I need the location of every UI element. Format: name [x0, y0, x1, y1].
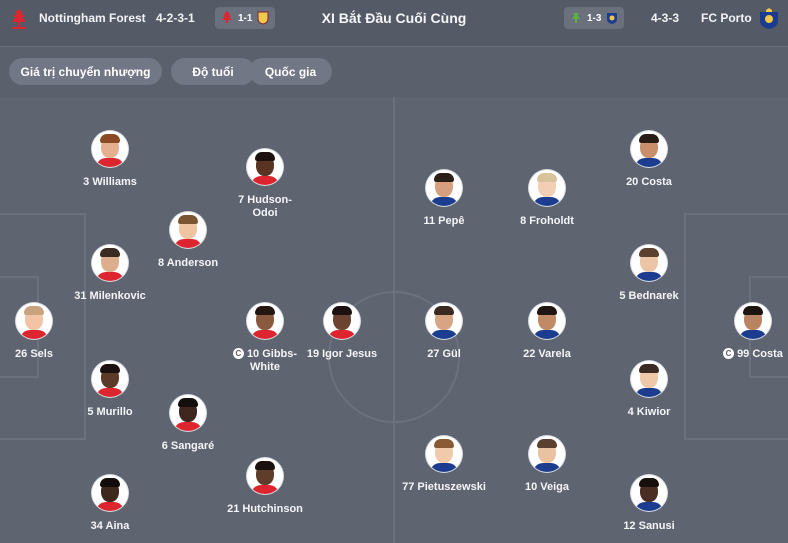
- player-name-text: 12 Sanusi: [623, 520, 675, 532]
- player-name-label: 20 Costa: [626, 176, 672, 189]
- away-player[interactable]: 77 Pietuszewski: [389, 436, 499, 494]
- player-name-label: 5 Murillo: [87, 406, 132, 419]
- away-team-name[interactable]: FC Porto: [701, 11, 752, 25]
- player-name-label: 34 Aina: [91, 520, 130, 533]
- player-name-text: 3 Williams: [83, 176, 137, 188]
- lineup-header: Nottingham Forest 4-2-3-1 1-1 XI Bắt Đầu…: [0, 0, 788, 47]
- player-name-label: 22 Varela: [523, 348, 571, 361]
- player-name-label: 8 Froholdt: [520, 215, 574, 228]
- player-name-text: 20 Costa: [626, 176, 672, 188]
- away-player[interactable]: 22 Varela: [492, 303, 602, 361]
- player-name-label: 7 Hudson- Odoi: [238, 194, 292, 220]
- player-photo[interactable]: [426, 170, 462, 206]
- filter-bar: Giá trị chuyển nhượng Độ tuổi Quốc gia: [0, 47, 788, 97]
- home-player[interactable]: 3 Williams: [55, 131, 165, 189]
- player-name-text: 22 Varela: [523, 348, 571, 360]
- away-player[interactable]: 10 Veiga: [492, 436, 602, 494]
- player-photo[interactable]: [247, 303, 283, 339]
- away-player[interactable]: 11 Pepê: [389, 170, 499, 228]
- home-player[interactable]: 26 Sels: [0, 303, 89, 361]
- away-player[interactable]: 4 Kiwior: [594, 361, 704, 419]
- player-name-label: 31 Milenkovic: [74, 290, 146, 303]
- porto-mini-crest-icon: [607, 13, 618, 24]
- player-name-text: 8 Anderson: [157, 257, 219, 269]
- away-formation: 4-3-3: [651, 11, 680, 25]
- home-player[interactable]: 7 Hudson- Odoi: [210, 149, 320, 220]
- opponent-mini-crest-icon: [572, 12, 580, 23]
- pitch: 3 Williams 7 Hudson- Odoi 8 Anderson 31 Mil…: [0, 97, 788, 543]
- player-name-text: 26 Sels: [15, 348, 53, 360]
- player-photo[interactable]: [631, 245, 667, 281]
- player-name-text: 34 Aina: [90, 520, 130, 532]
- player-name-label: 4 Kiwior: [628, 406, 671, 419]
- player-name-label: 8 Anderson: [158, 257, 218, 270]
- player-photo[interactable]: [631, 475, 667, 511]
- player-name-text: 6 Sangaré: [161, 440, 215, 452]
- player-name-label: 77 Pietuszewski: [402, 481, 486, 494]
- player-name-text: 11 Pepê: [423, 215, 465, 227]
- player-name-text: 99 Costa: [737, 348, 783, 360]
- player-name-text: 31 Milenkovic: [74, 290, 146, 302]
- player-photo[interactable]: [426, 303, 462, 339]
- player-name-label: 10 Veiga: [525, 481, 569, 494]
- player-photo[interactable]: [529, 303, 565, 339]
- market-value-filter-button[interactable]: Giá trị chuyển nhượng: [9, 58, 162, 85]
- home-player[interactable]: 31 Milenkovic: [55, 245, 165, 303]
- nationality-filter-button[interactable]: Quốc gia: [249, 58, 332, 85]
- player-photo[interactable]: [529, 436, 565, 472]
- player-name-text: 77 Pietuszewski: [402, 481, 486, 493]
- player-name-text: 21 Hutchinson: [227, 503, 303, 515]
- player-photo[interactable]: [16, 303, 52, 339]
- player-name-text: 19 Igor Jesus: [306, 348, 378, 360]
- player-photo[interactable]: [170, 395, 206, 431]
- player-name-text: 5 Murillo: [87, 406, 133, 418]
- away-player[interactable]: C 99 Costa: [698, 303, 788, 361]
- away-previous-score: 1-3: [587, 12, 602, 24]
- age-filter-button[interactable]: Độ tuổi: [171, 58, 255, 85]
- player-photo[interactable]: [324, 303, 360, 339]
- player-photo[interactable]: [631, 131, 667, 167]
- player-photo[interactable]: [529, 170, 565, 206]
- player-name-label: C 99 Costa: [723, 348, 783, 361]
- captain-badge-icon: C: [232, 348, 244, 359]
- player-name-label: 11 Pepê: [424, 215, 465, 228]
- player-name-text: 5 Bednarek: [619, 290, 679, 302]
- away-player[interactable]: 5 Bednarek: [594, 245, 704, 303]
- player-name-text: 8 Froholdt: [520, 215, 574, 227]
- player-name-label: 26 Sels: [15, 348, 53, 361]
- home-player[interactable]: 21 Hutchinson: [210, 458, 320, 516]
- away-previous-score-chip[interactable]: 1-3: [564, 7, 625, 29]
- captain-badge-icon: C: [723, 348, 735, 359]
- player-photo[interactable]: [92, 245, 128, 281]
- player-name-label: 27 Gül: [427, 348, 461, 361]
- home-player[interactable]: 6 Sangaré: [133, 395, 243, 453]
- away-player[interactable]: 20 Costa: [594, 131, 704, 189]
- player-photo[interactable]: [92, 131, 128, 167]
- away-player[interactable]: 12 Sanusi: [594, 475, 704, 533]
- player-photo[interactable]: [426, 436, 462, 472]
- player-name-label: 21 Hutchinson: [227, 503, 303, 516]
- player-photo[interactable]: [170, 212, 206, 248]
- player-name-label: 19 Igor Jesus: [307, 348, 377, 361]
- player-name-text: 10 Veiga: [524, 481, 570, 493]
- player-photo[interactable]: [92, 475, 128, 511]
- away-player[interactable]: 8 Froholdt: [492, 170, 602, 228]
- player-photo[interactable]: [247, 458, 283, 494]
- player-name-label: 12 Sanusi: [623, 520, 674, 533]
- player-name-label: 6 Sangaré: [162, 440, 215, 453]
- player-photo[interactable]: [735, 303, 771, 339]
- player-photo[interactable]: [92, 361, 128, 397]
- player-photo[interactable]: [631, 361, 667, 397]
- player-name-text: 27 Gül: [427, 348, 461, 360]
- player-photo[interactable]: [247, 149, 283, 185]
- player-name-text: 4 Kiwior: [627, 406, 671, 418]
- away-player[interactable]: 27 Gül: [389, 303, 499, 361]
- player-name-text: 7 Hudson- Odoi: [238, 194, 292, 219]
- fc-porto-crest-icon: [760, 8, 778, 29]
- home-player[interactable]: 19 Igor Jesus: [287, 303, 397, 361]
- player-name-label: 5 Bednarek: [619, 290, 678, 303]
- player-name-label: 3 Williams: [83, 176, 137, 189]
- home-player[interactable]: 34 Aina: [55, 475, 165, 533]
